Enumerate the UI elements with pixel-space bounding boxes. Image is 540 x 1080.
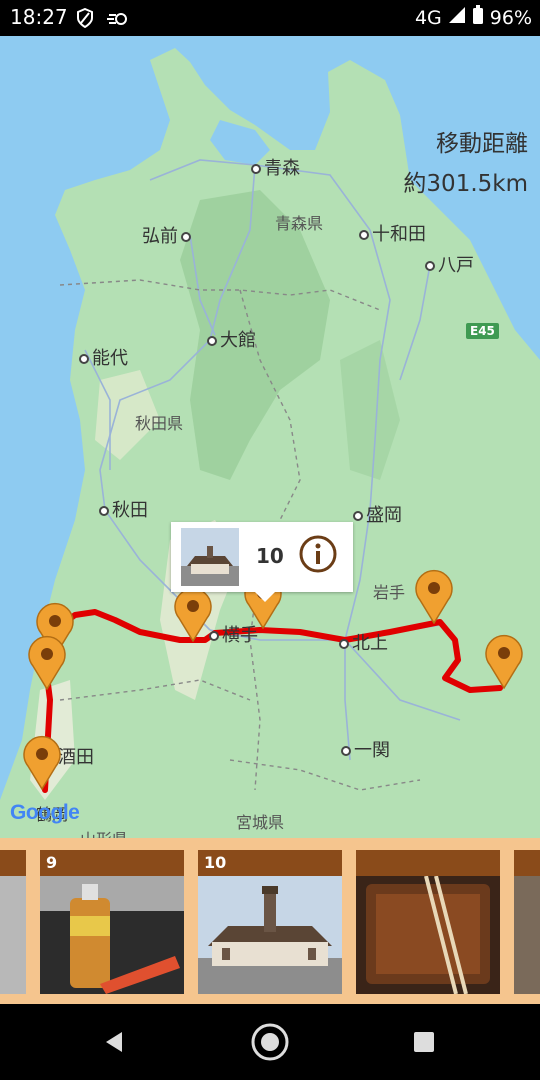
status-time: 18:27 [10, 5, 68, 29]
status-bar: 18:27 4G 96% [0, 0, 540, 36]
photo-card[interactable] [356, 850, 500, 994]
city-aomori: 青森 [248, 154, 300, 180]
city-sakata: 酒田 [58, 747, 94, 768]
map-pin-4[interactable] [172, 586, 214, 642]
info-icon[interactable] [299, 535, 337, 573]
photo-card-label: 10 [198, 850, 342, 876]
city-kitakami: 北上 [336, 629, 388, 655]
city-towada: 十和田 [356, 220, 426, 246]
city-morioka: 盛岡 [350, 501, 402, 527]
photo-card-label [0, 850, 26, 876]
photo-card-label: 9 [40, 850, 184, 876]
city-noshiro: 能代 [76, 344, 128, 370]
map-pin-2[interactable] [26, 634, 68, 690]
photo-card-image [0, 876, 26, 994]
battery-percent: 96% [489, 6, 532, 29]
navigation-bar [0, 1004, 540, 1080]
photo-strip[interactable]: 9 10 [0, 838, 540, 1004]
photo-card-label [356, 850, 500, 876]
distance-title: 移動距離 [436, 131, 528, 157]
photo-card-image [356, 876, 500, 994]
photo-card[interactable]: 9 [40, 850, 184, 994]
city-hachinohe: 八戸 [422, 251, 474, 277]
battery-icon [472, 5, 484, 30]
google-logo: Google [10, 801, 80, 824]
city-ichinoseki: 一関 [338, 736, 390, 762]
photo-card[interactable] [0, 850, 26, 994]
city-odate: 大館 [204, 326, 256, 352]
highway-badge: E45 [466, 323, 499, 339]
map-pin-3[interactable] [21, 734, 63, 790]
photo-card[interactable]: 10 [198, 850, 342, 994]
pref-aomori: 青森県 [275, 214, 324, 233]
pref-miyagi: 宮城県 [236, 813, 285, 832]
distance-panel: 移動距離 約301.5km [403, 124, 528, 204]
photo-card-image [514, 876, 540, 994]
map-pin-7[interactable] [483, 633, 525, 689]
marker-info-window[interactable]: 10 [171, 522, 353, 602]
pref-akita: 秋田県 [135, 414, 184, 433]
data-saver-icon [106, 8, 128, 32]
city-hirosaki: 弘前 [142, 222, 194, 248]
photo-card-label [514, 850, 540, 876]
photo-card[interactable] [514, 850, 540, 994]
signal-icon [448, 6, 466, 29]
popup-number: 10 [256, 544, 284, 568]
photo-card-image [198, 876, 342, 994]
map-pin-6[interactable] [413, 568, 455, 624]
popup-photo-thumbnail [181, 528, 239, 586]
pref-iwate: 岩手 [373, 583, 406, 602]
photo-card-image [40, 876, 184, 994]
map-view[interactable]: 移動距離 約301.5km E45 青森 弘前 十和田 八戸 大館 能代 秋田 … [0, 36, 540, 838]
recents-icon[interactable] [404, 1022, 444, 1062]
distance-value: 約301.5km [403, 171, 528, 197]
city-akita: 秋田 [96, 496, 148, 522]
pref-yamagata: 山形県 [80, 826, 128, 838]
shield-icon [76, 7, 94, 32]
back-icon[interactable] [94, 1022, 134, 1062]
network-type: 4G [414, 6, 442, 29]
home-icon[interactable] [250, 1022, 290, 1062]
